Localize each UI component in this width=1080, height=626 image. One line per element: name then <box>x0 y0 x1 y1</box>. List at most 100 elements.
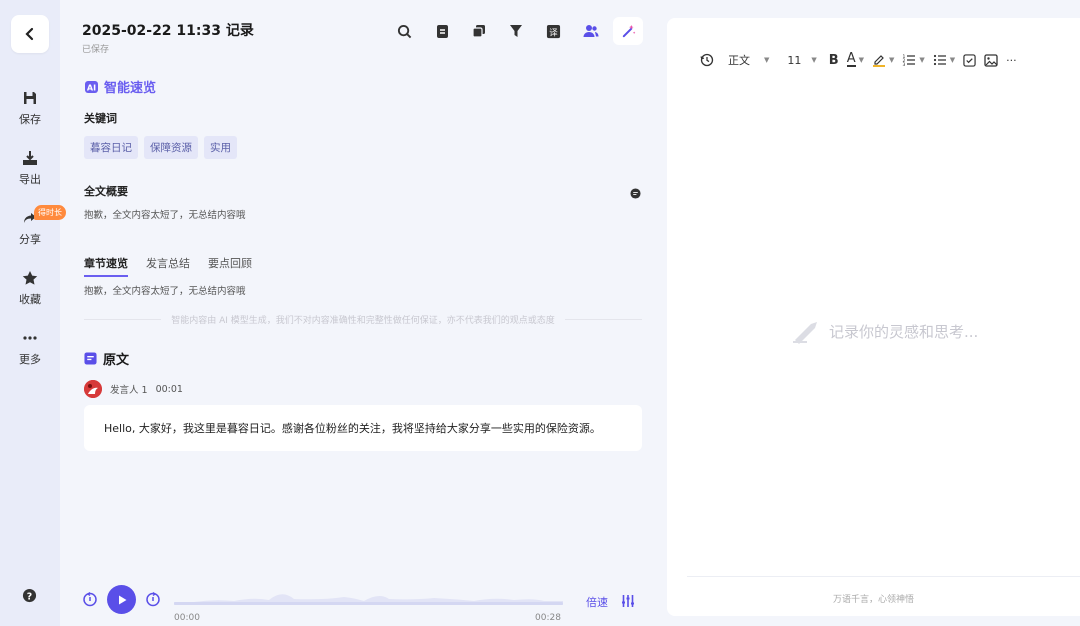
svg-text:译: 译 <box>549 27 558 37</box>
copy-icon <box>472 25 485 38</box>
avatar[interactable] <box>84 380 102 398</box>
play-icon <box>118 595 126 604</box>
sidebar-item-label: 导出 <box>19 173 41 186</box>
sidebar-item-export[interactable]: 导出 <box>0 150 60 187</box>
sidebar: 保存 导出 分享 得时长 收藏 更多 ? <box>0 0 66 626</box>
chevron-down-icon: ▼ <box>811 56 817 64</box>
image-icon <box>984 53 998 67</box>
avatar-image <box>84 380 102 398</box>
sidebar-item-favorite[interactable]: 收藏 <box>0 270 60 307</box>
highlighter-icon <box>873 55 885 67</box>
speaker-name[interactable]: 发言人 1 <box>110 382 148 396</box>
font-color-button[interactable]: A ▼ <box>846 51 864 67</box>
sidebar-item-label: 收藏 <box>19 293 41 306</box>
translate-button[interactable]: 译 <box>544 22 562 40</box>
keyword-tag[interactable]: 暮容日记 <box>84 136 138 159</box>
bold-button[interactable]: B <box>829 53 839 68</box>
more-options-button[interactable]: ··· <box>1006 54 1017 67</box>
speaker-info: 发言人 1 00:01 <box>84 380 183 398</box>
forward-button[interactable] <box>145 591 161 611</box>
placeholder-text: 记录你的灵感和思考... <box>829 322 979 341</box>
sidebar-item-label: 保存 <box>19 113 41 126</box>
filter-button[interactable] <box>507 22 525 40</box>
back-button[interactable] <box>11 15 49 53</box>
page-title: 2025-02-22 11:33 记录 <box>82 23 254 39</box>
ai-icon: AI <box>85 80 98 93</box>
search-button[interactable] <box>395 22 413 40</box>
transcript-paragraph[interactable]: Hello, 大家好，我这里是暮容日记。感谢各位粉丝的关注，我将坚持给大家分享一… <box>84 405 642 451</box>
disclaimer-text: 智能内容由 AI 模型生成，我们不对内容准确性和完整性做任何保证，亦不代表我们的… <box>171 316 555 326</box>
summary-text: 抱歉，全文内容太短了，无总结内容哦 <box>84 210 246 221</box>
svg-text:AI: AI <box>87 83 96 92</box>
sidebar-item-save[interactable]: 保存 <box>0 90 60 127</box>
text-style-select[interactable]: 正文 ▼ <box>728 52 769 68</box>
save-status: 已保存 <box>82 45 110 55</box>
font-size-select[interactable]: 11 ▼ <box>787 54 816 67</box>
sidebar-item-more[interactable]: 更多 <box>0 330 60 367</box>
rewind-button[interactable] <box>82 591 98 611</box>
bullet-list-icon <box>933 54 946 66</box>
chevron-down-icon: ▼ <box>949 56 956 64</box>
copy-button[interactable] <box>470 22 488 40</box>
speaker-timestamp[interactable]: 00:01 <box>156 384 183 395</box>
editor-footer: 万语千言，心领神悟 <box>832 595 914 605</box>
font-color-icon: A <box>846 51 856 67</box>
ai-magic-button[interactable] <box>613 17 643 45</box>
play-button[interactable] <box>107 585 136 614</box>
audio-player: 00:00 00:28 倍速 <box>60 580 660 626</box>
chevron-down-icon: ▼ <box>764 56 770 64</box>
chevron-down-icon: ▼ <box>919 56 925 64</box>
current-time: 00:00 <box>174 613 200 623</box>
export-icon <box>23 151 37 165</box>
ordered-list-button[interactable]: 123 ▼ <box>902 53 925 67</box>
transcript-icon <box>84 352 97 365</box>
transcript-text: Hello, 大家好，我这里是暮容日记。感谢各位粉丝的关注，我将坚持给大家分享一… <box>104 422 601 435</box>
font-size-value: 11 <box>787 53 802 67</box>
summary-pane: 2025-02-22 11:33 记录 已保存 译 AI 智能速览 关键词 暮容… <box>60 0 660 626</box>
transcript-heading: 原文 <box>84 349 129 368</box>
divider <box>687 576 1080 577</box>
translate-icon: 译 <box>546 24 560 38</box>
audio-settings-button[interactable] <box>621 593 635 612</box>
summary-label: 全文概要 <box>84 185 128 198</box>
save-icon <box>24 92 36 104</box>
ai-overview-heading: AI 智能速览 <box>84 77 156 96</box>
editor-placeholder[interactable]: 记录你的灵感和思考... <box>791 318 978 344</box>
help-button[interactable]: ? <box>22 588 37 607</box>
divider <box>84 319 162 320</box>
chevron-left-icon <box>25 27 34 41</box>
search-icon <box>397 24 411 38</box>
total-time: 00:28 <box>535 613 561 623</box>
sidebar-item-label: 更多 <box>19 353 41 366</box>
document-button[interactable] <box>433 22 451 40</box>
speakers-button[interactable] <box>582 22 600 40</box>
summary-comment-button[interactable] <box>630 184 641 203</box>
document-icon <box>436 24 448 38</box>
keyword-tag[interactable]: 保障资源 <box>144 136 198 159</box>
waveform-progress[interactable] <box>174 585 563 605</box>
svg-text:?: ? <box>27 591 32 602</box>
keyword-tag[interactable]: 实用 <box>204 136 237 159</box>
bold-icon: B <box>828 52 839 68</box>
rewind-icon <box>83 591 97 607</box>
pen-icon <box>793 322 817 344</box>
history-button[interactable] <box>700 53 714 67</box>
checklist-button[interactable] <box>963 53 976 67</box>
playback-speed-button[interactable]: 倍速 <box>586 594 608 610</box>
users-icon <box>583 25 599 37</box>
bullet-list-button[interactable]: ▼ <box>933 53 955 67</box>
checkbox-icon <box>963 53 976 67</box>
transcript-title: 原文 <box>103 353 130 368</box>
tab-speaker-summary[interactable]: 发言总结 <box>146 255 190 277</box>
forward-icon <box>146 591 160 607</box>
tab-chapters[interactable]: 章节速览 <box>84 255 128 277</box>
divider <box>564 319 643 320</box>
notes-editor: 正文 ▼ 11 ▼ B A ▼ ▼ 123 ▼ ▼ ··· 记录你的灵感和思考.… <box>667 18 1080 616</box>
text-style-value: 正文 <box>728 54 750 67</box>
tab-key-points[interactable]: 要点回顾 <box>208 255 252 277</box>
highlight-button[interactable]: ▼ <box>872 53 894 67</box>
insert-image-button[interactable] <box>984 53 998 67</box>
svg-text:3: 3 <box>903 62 906 67</box>
ai-disclaimer: 智能内容由 AI 模型生成，我们不对内容准确性和完整性做任何保证，亦不代表我们的… <box>84 313 643 326</box>
equalizer-icon <box>622 595 634 607</box>
